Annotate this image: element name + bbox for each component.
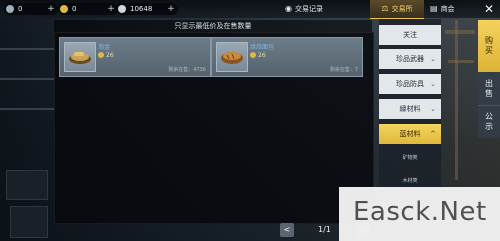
tab-buy[interactable]: 购买	[478, 20, 500, 72]
bg-shelf	[0, 78, 55, 80]
item-price: 26	[98, 52, 114, 59]
item-name: 烘焙面包	[250, 44, 275, 51]
resource-value: 0	[18, 5, 23, 13]
tab-notice[interactable]: 公示	[478, 106, 500, 138]
resource-icon	[6, 5, 14, 13]
resource-value: 0	[72, 5, 77, 13]
watermark: Easck.Net	[339, 187, 500, 241]
item-thumbnail	[216, 42, 248, 72]
tab-shop[interactable]: ▤ 商会	[430, 0, 455, 18]
record-icon: ◉	[285, 4, 292, 13]
bread-icon	[221, 52, 243, 64]
category-blue-materials[interactable]: 蓝材料 ^	[379, 124, 441, 144]
shop-icon: ▤	[430, 4, 438, 13]
add-silver-button[interactable]: +	[166, 4, 176, 14]
bg-beam	[445, 30, 475, 34]
chevron-up-icon: ^	[430, 130, 436, 138]
category-rare-armor[interactable]: 珍品防具 ⌄	[379, 74, 441, 94]
bg-shelf	[0, 48, 55, 50]
listing-card[interactable]: 淘金 26 剩余在售：4736	[59, 37, 211, 77]
gold-coin-icon	[60, 5, 68, 13]
resource-value: 10648	[130, 5, 153, 13]
gold-pan-icon	[69, 52, 91, 64]
resource-counter-1: 0 +	[4, 3, 58, 15]
notice-banner: 只显示最低价及在售数量	[54, 20, 372, 32]
tab-sell[interactable]: 出售	[478, 73, 500, 105]
subcategory-wood[interactable]: 木材类	[379, 177, 441, 184]
category-rare-weapons[interactable]: 珍品武器 ⌄	[379, 49, 441, 69]
resource-counter-3: 10648 +	[116, 3, 178, 15]
silver-coin-icon	[118, 5, 126, 13]
category-favorites[interactable]: 关注	[379, 25, 441, 45]
add-resource-button[interactable]: +	[46, 4, 56, 14]
page-indicator: 1/1	[318, 225, 331, 234]
gold-coin-icon	[250, 52, 256, 58]
tab-exchange[interactable]: ⚖ 交易所	[370, 0, 424, 19]
item-thumbnail	[64, 42, 96, 72]
subcategory-minerals[interactable]: 矿物类	[379, 154, 441, 161]
bg-beam	[448, 60, 474, 63]
listing-card[interactable]: 烘焙面包 26 剩余在售：7	[211, 37, 363, 77]
bg-beam	[455, 20, 458, 180]
close-icon[interactable]: ✕	[484, 1, 494, 17]
item-remaining: 剩余在售：7	[329, 67, 358, 73]
resource-counter-2: 0 +	[58, 3, 118, 15]
chevron-down-icon: ⌄	[430, 55, 436, 63]
item-remaining: 剩余在售：4736	[168, 67, 206, 73]
bg-crate	[10, 206, 48, 238]
add-gold-button[interactable]: +	[106, 4, 116, 14]
trade-record-button[interactable]: ◉ 交易记录	[285, 0, 323, 18]
category-green-materials[interactable]: 縁材料 ⌄	[379, 99, 441, 119]
chevron-down-icon: ⌄	[430, 105, 436, 113]
exchange-icon: ⚖	[381, 4, 389, 13]
gold-coin-icon	[98, 52, 104, 58]
item-name: 淘金	[98, 44, 111, 51]
prev-page-button[interactable]: <	[280, 223, 294, 237]
bg-crate	[6, 170, 48, 200]
top-bar: 0 + 0 + 10648 + ◉ 交易记录 ⚖ 交易所 ▤ 商会 ✕	[0, 0, 500, 19]
chevron-down-icon: ⌄	[430, 80, 436, 88]
bg-shelf	[0, 108, 55, 110]
item-price: 26	[250, 52, 266, 59]
listing-panel: 淘金 26 剩余在售：4736 烘焙面包 26 剩余在售：7	[54, 32, 374, 224]
